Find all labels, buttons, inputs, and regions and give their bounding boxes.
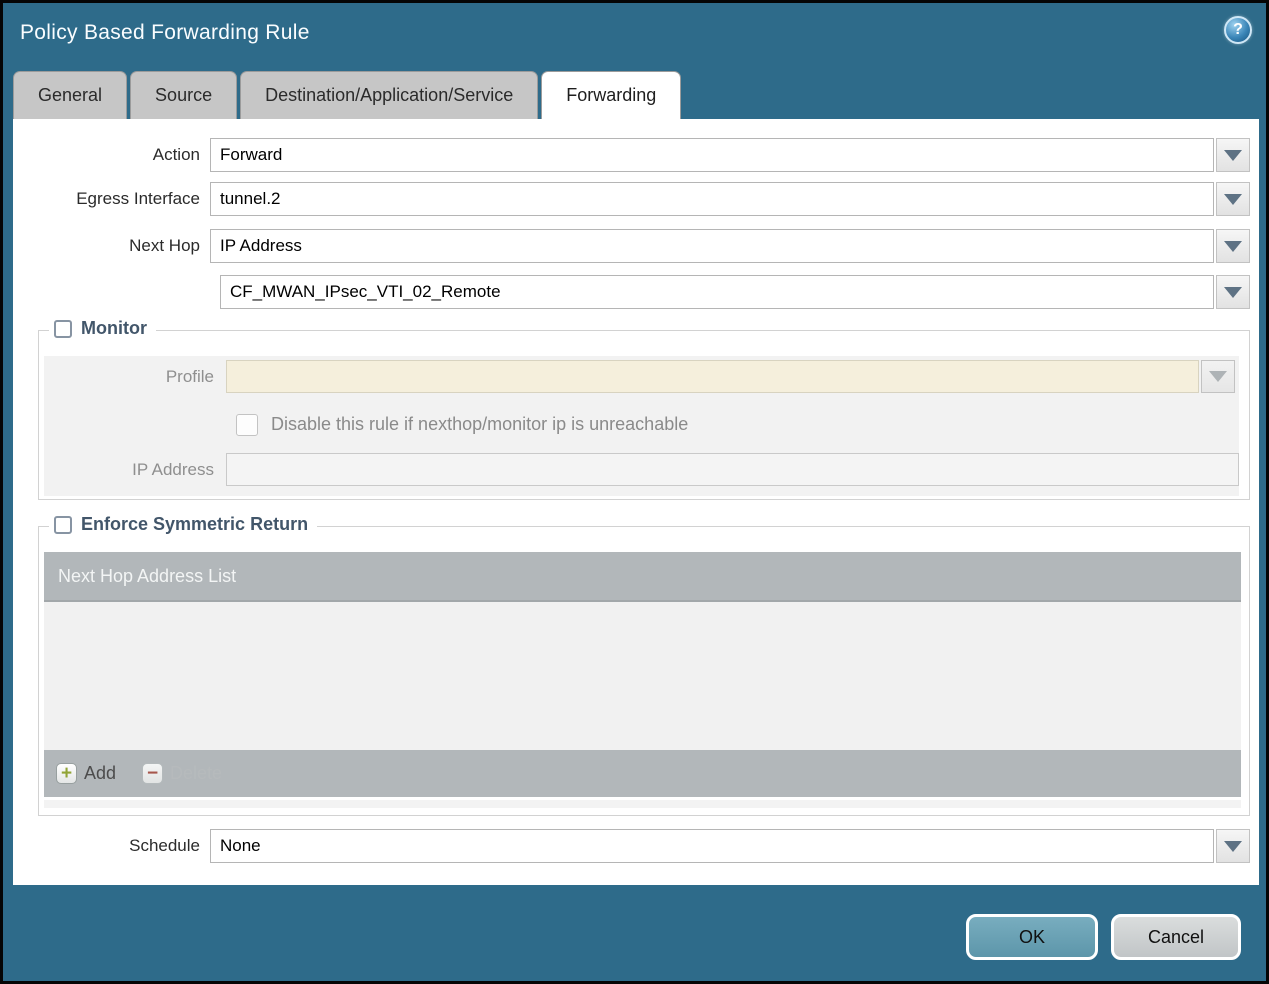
add-button[interactable]: + Add xyxy=(56,763,116,784)
next-hop-row: Next Hop xyxy=(13,229,1250,263)
action-row: Action xyxy=(13,138,1250,172)
monitor-legend-label: Monitor xyxy=(81,318,147,338)
ok-button[interactable]: OK xyxy=(966,914,1098,960)
cancel-button[interactable]: Cancel xyxy=(1111,914,1241,960)
disable-rule-label: Disable this rule if nexthop/monitor ip … xyxy=(271,414,689,434)
next-hop-address-row xyxy=(13,275,1250,309)
next-hop-label: Next Hop xyxy=(129,236,200,255)
table-toolbar: + Add − Delete xyxy=(44,750,1241,797)
next-hop-type-dropdown-button[interactable] xyxy=(1216,229,1250,263)
monitor-ip-address-input xyxy=(226,453,1239,486)
chevron-down-icon xyxy=(1224,149,1242,161)
next-hop-address-input[interactable] xyxy=(220,275,1214,309)
egress-interface-row: Egress Interface xyxy=(13,182,1250,216)
tab-destination-application-service[interactable]: Destination/Application/Service xyxy=(240,71,539,119)
profile-input xyxy=(226,360,1199,393)
egress-interface-dropdown-button[interactable] xyxy=(1216,182,1250,216)
help-button[interactable]: ? xyxy=(1224,16,1252,44)
monitor-ip-address-row: IP Address xyxy=(44,453,1239,486)
dialog-title: Policy Based Forwarding Rule xyxy=(20,21,310,44)
monitor-checkbox[interactable] xyxy=(54,319,72,338)
monitor-body: Profile Disable this rule if nexthop/mon… xyxy=(44,356,1239,496)
table-header: Next Hop Address List xyxy=(44,552,1241,602)
chevron-down-icon xyxy=(1209,371,1227,382)
question-mark-icon: ? xyxy=(1233,21,1243,38)
action-input[interactable] xyxy=(210,138,1214,172)
next-hop-address-dropdown-button[interactable] xyxy=(1216,275,1250,309)
egress-interface-input[interactable] xyxy=(210,182,1214,216)
next-hop-address-list-table: Next Hop Address List + Add − Delete xyxy=(44,552,1241,808)
schedule-label: Schedule xyxy=(129,836,200,855)
symmetric-return-checkbox[interactable] xyxy=(54,515,72,534)
minus-icon: − xyxy=(142,763,164,784)
next-hop-type-input[interactable] xyxy=(210,229,1214,263)
forwarding-tab-panel: Action Egress Interface Next Hop xyxy=(13,119,1259,885)
disable-rule-row: Disable this rule if nexthop/monitor ip … xyxy=(44,408,1239,441)
chevron-down-icon xyxy=(1224,840,1242,852)
table-scroll-strip xyxy=(44,800,1241,808)
table-body xyxy=(44,602,1241,750)
tab-general[interactable]: General xyxy=(13,71,128,119)
delete-button: − Delete xyxy=(142,763,222,784)
tab-forwarding[interactable]: Forwarding xyxy=(541,71,682,119)
schedule-row: Schedule xyxy=(13,829,1250,863)
table-header-label: Next Hop Address List xyxy=(58,565,237,586)
monitor-ip-address-label: IP Address xyxy=(132,459,214,479)
pbf-rule-dialog: Policy Based Forwarding Rule ? General S… xyxy=(0,0,1269,984)
symmetric-return-legend-label: Enforce Symmetric Return xyxy=(81,514,309,534)
profile-dropdown-button xyxy=(1201,360,1235,393)
profile-label: Profile xyxy=(165,366,214,386)
delete-button-label: Delete xyxy=(170,763,223,783)
profile-row: Profile xyxy=(44,360,1239,393)
symmetric-return-group: Enforce Symmetric Return Next Hop Addres… xyxy=(38,514,1250,816)
chevron-down-icon xyxy=(1224,193,1242,205)
schedule-dropdown-button[interactable] xyxy=(1216,829,1250,863)
monitor-group: Monitor Profile Disable this rule if nex… xyxy=(38,318,1250,500)
add-button-label: Add xyxy=(84,763,117,783)
egress-interface-label: Egress Interface xyxy=(76,189,200,208)
chevron-down-icon xyxy=(1224,286,1242,298)
action-label: Action xyxy=(152,145,200,164)
tab-bar: General Source Destination/Application/S… xyxy=(13,71,682,119)
action-dropdown-button[interactable] xyxy=(1216,138,1250,172)
monitor-legend: Monitor xyxy=(49,318,156,339)
symmetric-return-legend: Enforce Symmetric Return xyxy=(49,514,318,535)
plus-icon: + xyxy=(56,763,77,784)
chevron-down-icon xyxy=(1224,240,1242,252)
disable-rule-checkbox xyxy=(236,413,258,436)
schedule-input[interactable] xyxy=(210,829,1214,863)
tab-source[interactable]: Source xyxy=(130,71,238,119)
